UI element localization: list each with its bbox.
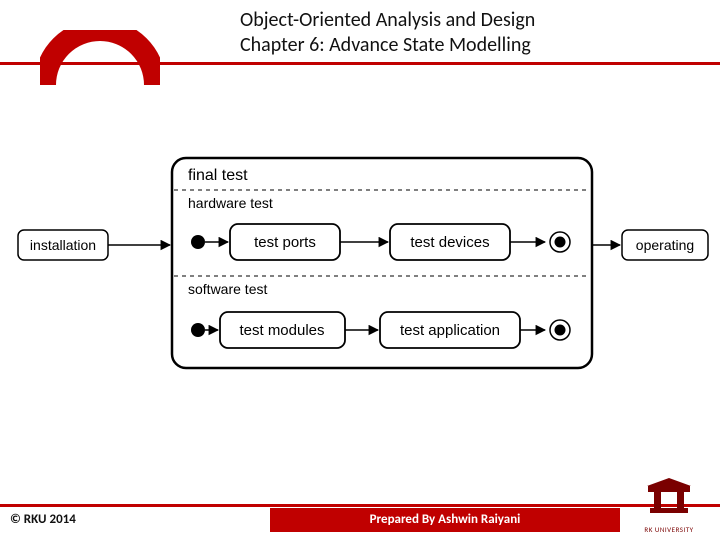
footer-divider — [0, 504, 720, 507]
state-installation: installation — [18, 230, 108, 260]
slide-title: Object-Oriented Analysis and Design Chap… — [240, 8, 535, 58]
university-logo-text: RK UNIVERSITY — [624, 525, 714, 534]
final-pseudostate-icon — [550, 320, 570, 340]
region-software: test modules test application — [191, 312, 570, 348]
state-diagram: installation final test hardware test te… — [0, 150, 720, 380]
university-logo-icon — [644, 478, 694, 518]
copyright-text: © RKU 2014 — [10, 512, 76, 527]
prepared-by-banner: Prepared By Ashwin Raiyani — [270, 508, 620, 532]
composite-label: final test — [188, 167, 248, 184]
composite-state-finaltest: final test hardware test test ports test… — [172, 158, 592, 368]
state-test-modules-label: test modules — [239, 322, 324, 339]
slide-header: Object-Oriented Analysis and Design Chap… — [0, 0, 720, 70]
initial-pseudostate-icon — [191, 235, 205, 249]
region-software-label: software test — [188, 281, 267, 297]
state-installation-label: installation — [30, 237, 96, 253]
university-logo: RK UNIVERSITY — [624, 478, 714, 538]
state-test-devices-label: test devices — [410, 234, 489, 251]
state-test-application-label: test application — [400, 322, 500, 339]
initial-pseudostate-icon — [191, 323, 205, 337]
arch-logo-icon — [40, 30, 160, 90]
title-line-2: Chapter 6: Advance State Modelling — [240, 33, 535, 58]
slide-footer: © RKU 2014 Prepared By Ashwin Raiyani RK… — [0, 504, 720, 540]
state-test-ports-label: test ports — [254, 234, 316, 251]
region-hardware-label: hardware test — [188, 195, 273, 211]
state-operating: operating — [622, 230, 708, 260]
title-line-1: Object-Oriented Analysis and Design — [240, 8, 535, 33]
header-divider — [0, 62, 720, 65]
state-operating-label: operating — [636, 237, 694, 253]
final-pseudostate-icon — [550, 232, 570, 252]
